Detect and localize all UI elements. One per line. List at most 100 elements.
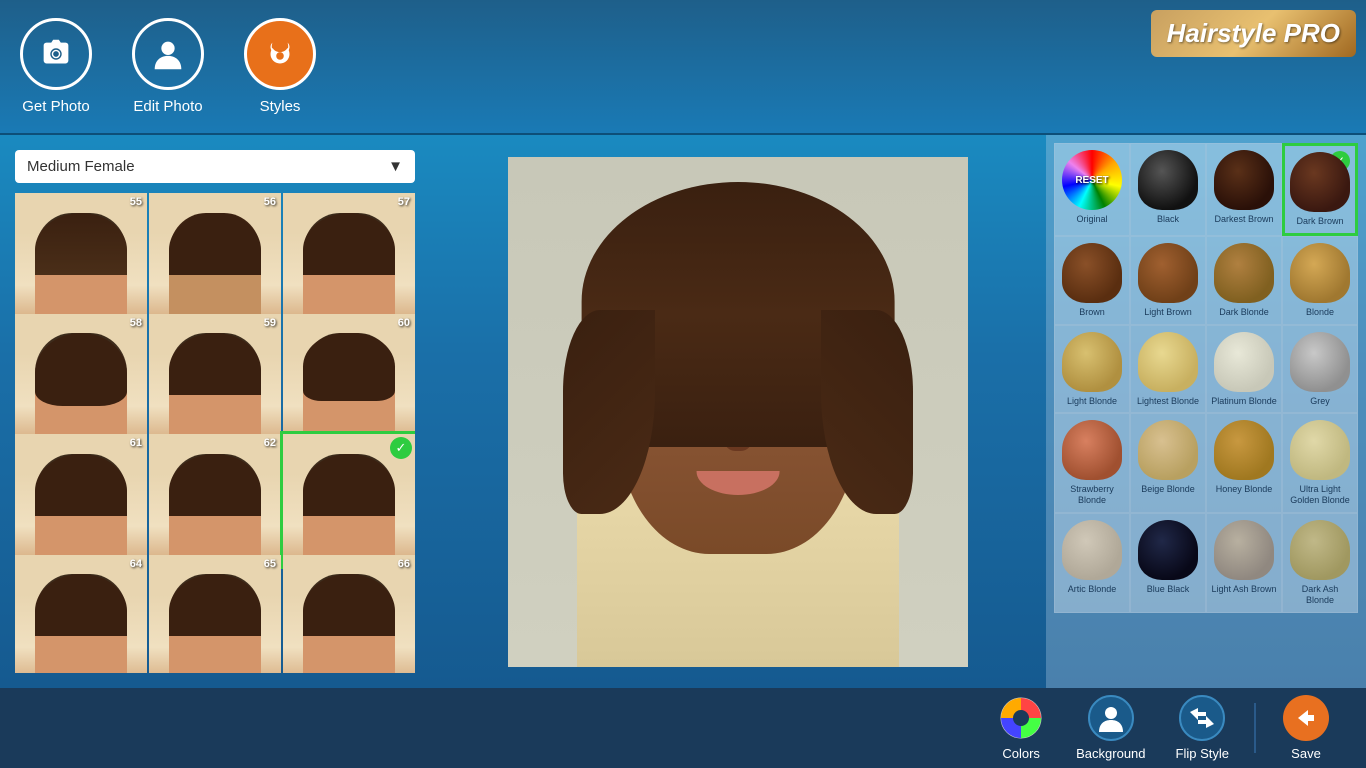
- color-light-ash-brown[interactable]: Light Ash Brown: [1206, 513, 1282, 613]
- swatch-shape: [1214, 332, 1274, 392]
- color-label: Lightest Blonde: [1137, 396, 1199, 407]
- face-figure: [303, 454, 395, 566]
- camera-icon: [37, 35, 75, 73]
- color-swatch-blonde: [1290, 243, 1350, 303]
- color-swatch-beige-blonde: [1138, 420, 1198, 480]
- color-label: Dark Ash Blonde: [1287, 584, 1353, 606]
- nav-get-photo[interactable]: Get Photo: [20, 18, 92, 115]
- color-grey[interactable]: Grey: [1282, 325, 1358, 414]
- color-label: Beige Blonde: [1141, 484, 1195, 495]
- color-lightest-blonde[interactable]: Lightest Blonde: [1130, 325, 1206, 414]
- swatch-shape: [1214, 150, 1274, 210]
- color-label: Dark Brown: [1296, 216, 1343, 227]
- color-swatch-darkest-brown: [1214, 150, 1274, 210]
- toolbar: Colors Background Flip Style Save: [0, 688, 1366, 768]
- hair-shape: [169, 454, 261, 516]
- color-original[interactable]: RESET Original: [1054, 143, 1130, 236]
- left-panel: Medium Female ▼ 55 56: [0, 135, 430, 688]
- toolbar-flip-style-button[interactable]: Flip Style: [1161, 695, 1244, 761]
- toolbar-background-button[interactable]: Background: [1061, 695, 1160, 761]
- color-swatch-grey: [1290, 332, 1350, 392]
- background-label: Background: [1076, 746, 1145, 761]
- color-brown[interactable]: Brown: [1054, 236, 1130, 325]
- swatch-shape: [1214, 420, 1274, 480]
- hair-shape: [303, 213, 395, 275]
- hair-shape: [303, 454, 395, 516]
- toolbar-colors-button[interactable]: Colors: [981, 695, 1061, 761]
- hair-icon: [261, 35, 299, 73]
- swatch-shape: [1290, 520, 1350, 580]
- face-thumbnail: [15, 434, 147, 566]
- nav-styles[interactable]: Styles: [244, 18, 316, 115]
- color-dark-ash-blonde[interactable]: Dark Ash Blonde: [1282, 513, 1358, 613]
- style-cell-61[interactable]: 61: [15, 434, 147, 566]
- color-swatch-ultra-light: [1290, 420, 1350, 480]
- color-honey-blonde[interactable]: Honey Blonde: [1206, 413, 1282, 513]
- color-swatch-strawberry: [1062, 420, 1122, 480]
- face-thumbnail: [149, 193, 281, 325]
- get-photo-icon-circle: [20, 18, 92, 90]
- swatch-shape: [1138, 332, 1198, 392]
- color-black[interactable]: Black: [1130, 143, 1206, 236]
- toolbar-save-button[interactable]: Save: [1266, 695, 1346, 761]
- cell-number: 62: [264, 437, 276, 449]
- color-label: Artic Blonde: [1068, 584, 1117, 595]
- preview-background: [508, 157, 968, 667]
- face-figure: [303, 574, 395, 673]
- color-artic-blonde[interactable]: Artic Blonde: [1054, 513, 1130, 613]
- color-grid: RESET Original Black Darkest Brown ✓: [1054, 143, 1358, 613]
- styles-icon-circle: [244, 18, 316, 90]
- style-cell-59[interactable]: 59: [149, 314, 281, 446]
- cell-number: 61: [130, 437, 142, 449]
- style-cell-65[interactable]: 65: [149, 555, 281, 674]
- face-figure: [169, 213, 261, 325]
- style-cell-63[interactable]: ✓: [283, 434, 415, 566]
- hair-shape: [35, 454, 127, 516]
- style-cell-64[interactable]: 64: [15, 555, 147, 674]
- face-thumbnail: [15, 555, 147, 674]
- style-dropdown[interactable]: Medium Female ▼: [15, 150, 415, 183]
- nav-edit-photo[interactable]: Edit Photo: [132, 18, 204, 115]
- color-ultra-light-golden[interactable]: Ultra Light Golden Blonde: [1282, 413, 1358, 513]
- color-platinum-blonde[interactable]: Platinum Blonde: [1206, 325, 1282, 414]
- cell-number: 56: [264, 196, 276, 208]
- color-darkest-brown[interactable]: Darkest Brown: [1206, 143, 1282, 236]
- style-cell-60[interactable]: 60: [283, 314, 415, 446]
- person-icon: [149, 35, 187, 73]
- color-strawberry-blonde[interactable]: Strawberry Blonde: [1054, 413, 1130, 513]
- style-cell-57[interactable]: 57: [283, 193, 415, 325]
- swatch-shape: [1062, 332, 1122, 392]
- color-beige-blonde[interactable]: Beige Blonde: [1130, 413, 1206, 513]
- color-swatch-dark-blonde: [1214, 243, 1274, 303]
- color-label: Light Blonde: [1067, 396, 1117, 407]
- face-figure: [35, 574, 127, 673]
- color-swatch-original: RESET: [1062, 150, 1122, 210]
- color-swatch-blue-black: [1138, 520, 1198, 580]
- face-figure: [303, 213, 395, 325]
- color-label: Honey Blonde: [1216, 484, 1273, 495]
- color-light-blonde[interactable]: Light Blonde: [1054, 325, 1130, 414]
- header: Get Photo Edit Photo Styl: [0, 0, 1366, 135]
- color-dark-brown[interactable]: ✓ Dark Brown: [1282, 143, 1358, 236]
- swatch-shape: [1138, 420, 1198, 480]
- color-label: Dark Blonde: [1219, 307, 1269, 318]
- style-cell-56[interactable]: 56: [149, 193, 281, 325]
- swatch-shape: [1062, 420, 1122, 480]
- style-cell-58[interactable]: 58: [15, 314, 147, 446]
- face-thumbnail: [283, 193, 415, 325]
- selected-checkmark: ✓: [390, 437, 412, 459]
- color-dark-blonde[interactable]: Dark Blonde: [1206, 236, 1282, 325]
- main-area: Medium Female ▼ 55 56: [0, 135, 1366, 688]
- style-cell-62[interactable]: 62: [149, 434, 281, 566]
- color-blue-black[interactable]: Blue Black: [1130, 513, 1206, 613]
- flip-toolbar-icon: [1179, 695, 1225, 741]
- cell-number: 64: [130, 558, 142, 570]
- app-title: Hairstyle PRO: [1151, 10, 1356, 57]
- swatch-shape: [1214, 520, 1274, 580]
- reset-label: RESET: [1075, 175, 1108, 186]
- style-cell-55[interactable]: 55: [15, 193, 147, 325]
- style-cell-66[interactable]: 66: [283, 555, 415, 674]
- color-light-brown[interactable]: Light Brown: [1130, 236, 1206, 325]
- color-wheel-svg: [999, 696, 1043, 740]
- color-blonde[interactable]: Blonde: [1282, 236, 1358, 325]
